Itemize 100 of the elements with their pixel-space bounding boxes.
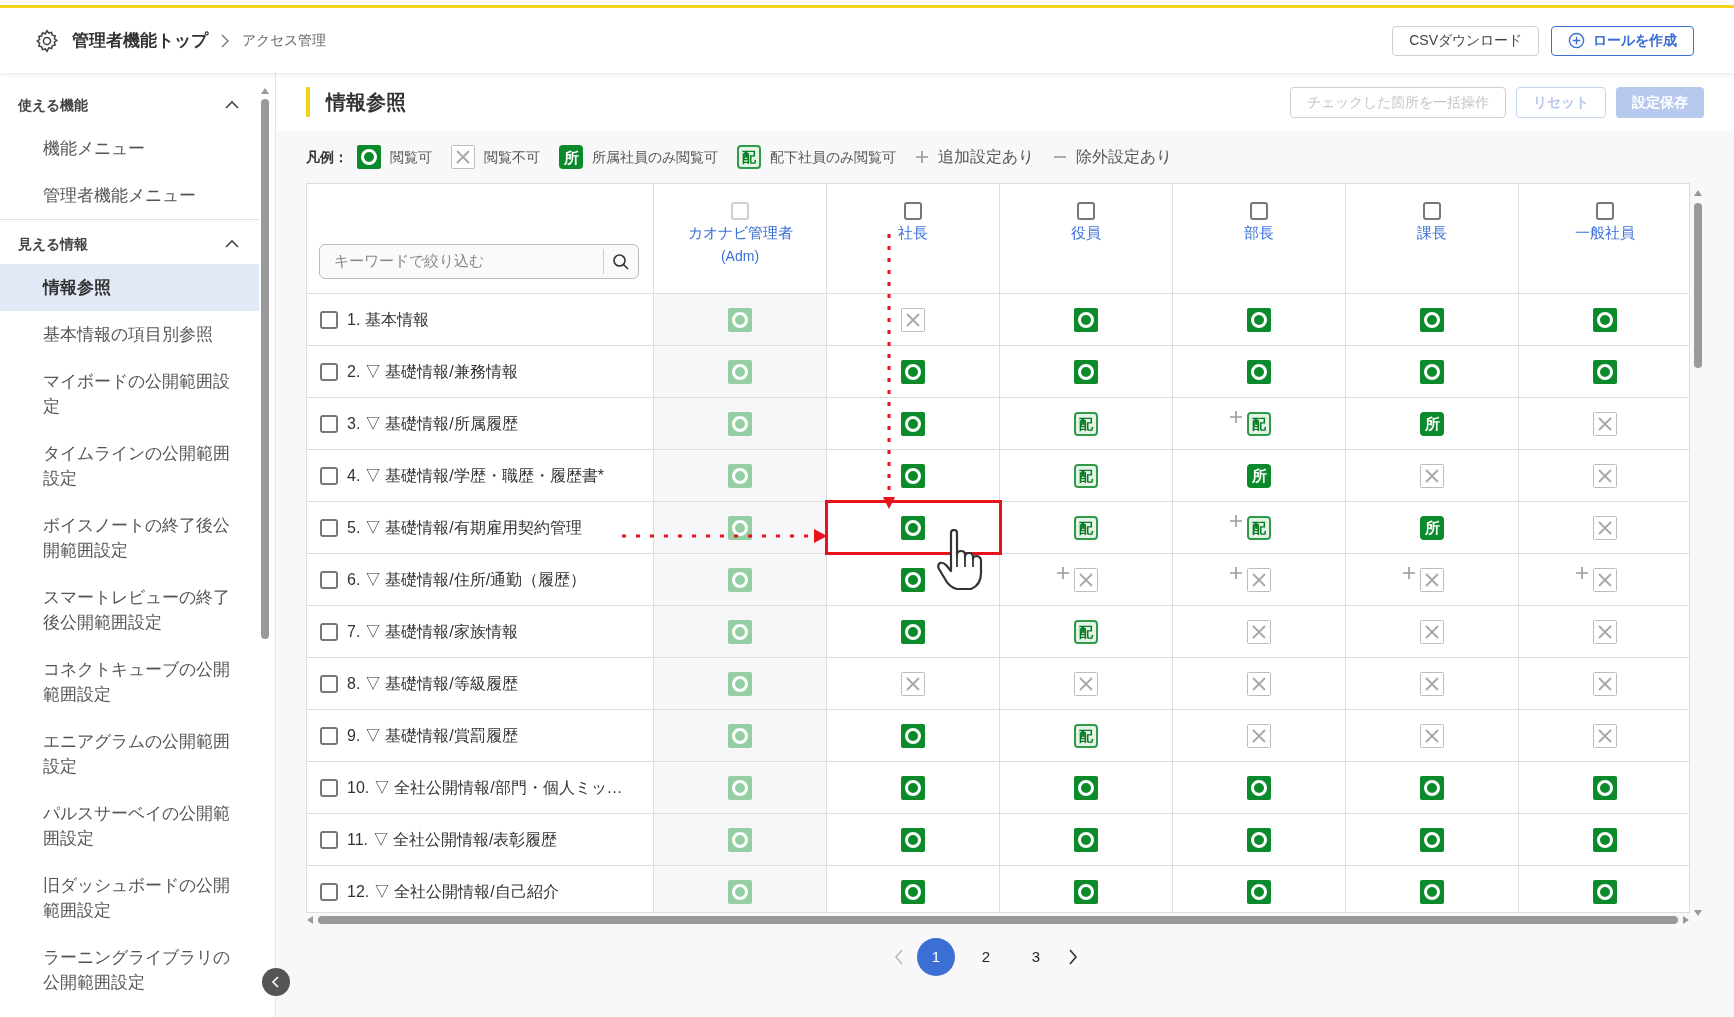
row-checkbox[interactable] [320,882,338,901]
scrollbar-thumb[interactable] [261,99,269,639]
column-checkbox[interactable] [904,202,922,220]
row-label: 9. ▽ 基礎情報/賞罰履歴 [347,725,518,746]
row-checkbox[interactable] [320,466,338,485]
collapse-sidebar-button[interactable] [262,968,290,996]
circle-mark-icon [357,145,381,169]
breadcrumb-link[interactable]: 管理者機能トップ [72,27,208,54]
row-label: 10. ▽ 全社公開情報/部門・個人ミッ… [347,777,623,798]
row-checkbox[interactable] [320,726,338,745]
cross-mark-icon [451,145,475,169]
row-label: 7. ▽ 基礎情報/家族情報 [347,621,518,642]
sidebar-item[interactable]: エニアグラムの公開範囲設定 [0,718,259,790]
sidebar-section-title: 使える機能 [18,95,88,115]
row-label: 1. 基本情報 [347,309,429,330]
affiliation-mark: 所 [1247,463,1271,488]
breadcrumb-current: アクセス管理 [242,31,326,50]
row-checkbox[interactable] [320,570,338,589]
row-label: 11. ▽ 全社公開情報/表彰履歴 [347,829,558,850]
sidebar-item[interactable]: パルスサーベイの公開範囲設定 [0,790,259,862]
subordinate-mark: 配 [1247,515,1271,540]
sidebar-item[interactable]: 管理者機能メニュー [0,172,259,219]
search-icon[interactable] [612,252,630,271]
subordinate-mark: 配 [1074,515,1098,540]
chevron-up-icon[interactable] [225,100,239,110]
chevron-right-icon [220,33,230,48]
settings-icon[interactable] [34,27,60,54]
subordinate-mark: 配 [1074,723,1098,748]
subordinate-mark: 配 [1247,411,1271,436]
row-label: 6. ▽ 基礎情報/住所/通勤（履歴） [347,569,587,590]
plus-icon [915,150,929,164]
scroll-right-arrow-icon[interactable] [1682,915,1690,925]
row-checkbox[interactable] [320,830,338,849]
sidebar-item[interactable]: スマートレビューの終了後公開範囲設定 [0,574,259,646]
row-checkbox[interactable] [320,518,338,537]
page-button[interactable]: 3 [1017,938,1055,976]
sidebar-item[interactable]: タイムラインの公開範囲設定 [0,430,259,502]
legend-label: 配下社員のみ閲覧可 [770,147,896,167]
page-title: 情報参照 [326,90,406,115]
legend-label: 所属社員のみ閲覧可 [592,147,718,167]
create-role-button[interactable]: ロールを作成 [1551,25,1694,56]
column-checkbox[interactable] [1077,202,1095,220]
legend-label: 除外設定あり [1076,147,1172,167]
column-header[interactable]: 社長 [898,222,928,244]
sidebar-item[interactable]: 基本情報の項目別参照 [0,311,259,358]
plus-circle-icon [1568,32,1585,49]
subordinate-mark: 配 [1074,463,1098,488]
search-input[interactable]: キーワードで絞り込む [320,250,603,273]
column-checkbox[interactable] [1423,202,1441,220]
affiliation-mark: 所 [1420,515,1444,540]
row-label: 4. ▽ 基礎情報/学歴・職歴・履歴書* [347,465,604,486]
hand-cursor-icon [937,529,983,591]
sidebar-item[interactable]: 情報参照 [0,264,259,311]
scroll-down-arrow-icon[interactable] [1693,909,1703,917]
row-checkbox[interactable] [320,674,338,693]
column-header[interactable]: 課長 [1417,222,1447,244]
legend-label: 閲覧不可 [484,147,540,167]
legend-label: 閲覧可 [390,147,432,167]
scrollbar-thumb[interactable] [1694,203,1702,368]
sidebar-item[interactable]: 旧ダッシュボードの公開範囲設定 [0,862,259,934]
column-header[interactable]: 部長 [1244,222,1274,244]
scrollbar-thumb[interactable] [318,916,1678,924]
row-checkbox[interactable] [320,622,338,641]
column-checkbox[interactable] [1250,202,1268,220]
affiliation-mark: 所 [559,145,583,169]
scroll-up-arrow-icon[interactable] [1693,189,1703,197]
sidebar-item[interactable]: ラーニングライブラリの公開範囲設定 [0,934,259,1006]
column-header[interactable]: 一般社員 [1575,222,1635,244]
row-checkbox[interactable] [320,778,338,797]
row-label: 12. ▽ 全社公開情報/自己紹介 [347,881,559,902]
column-header-sub: (Adm) [720,247,760,266]
subordinate-mark: 配 [1074,411,1098,436]
row-label: 8. ▽ 基礎情報/等級履歴 [347,673,518,694]
legend-label: 追加設定あり [938,147,1034,167]
sidebar-item[interactable]: ボイスノートの終了後公開範囲設定 [0,502,259,574]
sidebar-item[interactable]: 機能メニュー [0,125,259,172]
scroll-up-arrow-icon[interactable] [260,87,270,95]
page-button[interactable]: 1 [917,938,955,976]
sidebar-item[interactable]: マイボードの公開範囲設定 [0,358,259,430]
subordinate-mark: 配 [1074,619,1098,644]
affiliation-mark: 所 [1420,411,1444,436]
scroll-left-arrow-icon[interactable] [306,915,314,925]
sidebar-item[interactable]: コネクトキューブの公開範囲設定 [0,646,259,718]
chevron-up-icon[interactable] [225,239,239,249]
title-accent-bar [306,87,310,117]
sidebar-section-title: 見える情報 [18,234,88,254]
page-button[interactable]: 2 [967,938,1005,976]
search-field[interactable]: キーワードで絞り込む [319,244,639,279]
row-label: 3. ▽ 基礎情報/所属履歴 [347,413,518,434]
next-page-icon[interactable] [1067,948,1079,966]
column-checkbox[interactable] [1596,202,1614,220]
row-checkbox[interactable] [320,362,338,381]
column-header[interactable]: 役員 [1071,222,1101,244]
row-label: 5. ▽ 基礎情報/有期雇用契約管理 [347,517,582,538]
row-label: 2. ▽ 基礎情報/兼務情報 [347,361,518,382]
legend-title: 凡例： [306,147,348,167]
subordinate-mark: 配 [737,145,761,169]
csv-download-button[interactable]: CSVダウンロード [1392,25,1539,56]
row-checkbox[interactable] [320,414,338,433]
row-checkbox[interactable] [320,310,338,329]
